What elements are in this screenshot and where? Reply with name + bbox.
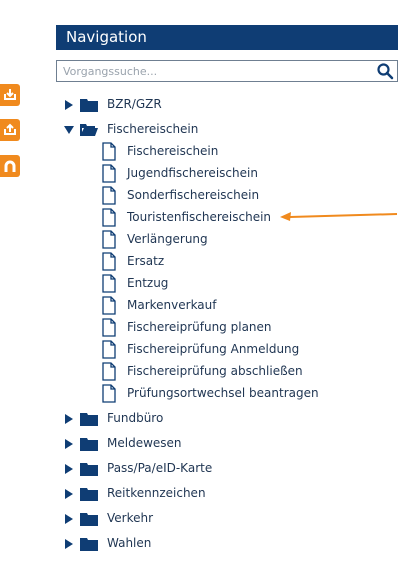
tree-group-wahlen[interactable]: Wahlen (0, 534, 390, 554)
tree-group-meldewesen[interactable]: Meldewesen (0, 434, 390, 454)
tree-item-label: Markenverkauf (127, 298, 217, 312)
tree-item[interactable]: Ersatz (0, 252, 330, 272)
tree-group-label: Wahlen (107, 536, 152, 550)
tree-item-label: Entzug (127, 276, 169, 290)
tree-group-label: BZR/GZR (107, 97, 162, 111)
folder-icon (80, 438, 98, 451)
expanded-arrow-icon[interactable] (64, 125, 74, 135)
document-icon (102, 384, 116, 403)
collapsed-arrow-icon[interactable] (64, 514, 74, 524)
folder-open-icon (80, 124, 98, 136)
document-icon (102, 362, 116, 381)
tree-item-label: Fischereiprüfung planen (127, 320, 272, 334)
tree-group-label: Meldewesen (107, 436, 182, 450)
collapsed-arrow-icon[interactable] (64, 464, 74, 474)
tree-item-label: Fischereischein (127, 144, 219, 158)
folder-icon (80, 99, 98, 112)
document-icon (102, 142, 116, 161)
tree-item[interactable]: Fischereiprüfung Anmeldung (0, 340, 330, 360)
document-icon (102, 340, 116, 359)
tree-item[interactable]: Prüfungsortwechsel beantragen (0, 384, 330, 404)
folder-icon (80, 513, 98, 526)
tree-item-label: Prüfungsortwechsel beantragen (127, 386, 319, 400)
tree-group-bzr-gzr[interactable]: BZR/GZR (0, 95, 390, 115)
tree-group-label: Fundbüro (107, 411, 164, 425)
document-icon (102, 164, 116, 183)
tree-item[interactable]: Sonderfischereischein (0, 186, 330, 206)
tree-item[interactable]: Verlängerung (0, 230, 330, 250)
tree-item[interactable]: Fischereischein (0, 142, 330, 162)
document-icon (102, 274, 116, 293)
navigation-title: Navigation (66, 28, 147, 46)
collapsed-arrow-icon[interactable] (64, 414, 74, 424)
folder-icon (80, 413, 98, 426)
tree-group-verkehr[interactable]: Verkehr (0, 509, 390, 529)
tree-item-label: Fischereiprüfung abschließen (127, 364, 303, 378)
tree-item[interactable]: Jugendfischereischein (0, 164, 330, 184)
tree-item-label: Fischereiprüfung Anmeldung (127, 342, 300, 356)
tree-item[interactable]: Entzug (0, 274, 330, 294)
document-icon (102, 318, 116, 337)
tree-item-label: Verlängerung (127, 232, 208, 246)
collapsed-arrow-icon[interactable] (64, 439, 74, 449)
document-icon (102, 230, 116, 249)
tree-group-label: Reitkennzeichen (107, 486, 206, 500)
tree-group-label: Verkehr (107, 511, 154, 525)
document-icon (102, 186, 116, 205)
tree-group-label: Pass/Pa/eID-Karte (107, 461, 213, 475)
collapsed-arrow-icon[interactable] (64, 100, 74, 110)
tree-group-reitkennzeichen[interactable]: Reitkennzeichen (0, 484, 390, 504)
collapsed-arrow-icon[interactable] (64, 489, 74, 499)
tree-item[interactable]: Markenverkauf (0, 296, 330, 316)
tree-item-label: Jugendfischereischein (127, 166, 258, 180)
navigation-header: Navigation (56, 25, 398, 50)
search-icon[interactable] (376, 62, 394, 80)
collapsed-arrow-icon[interactable] (64, 539, 74, 549)
tree-item-label: Touristenfischereischein (127, 210, 272, 224)
tree-item[interactable]: Fischereiprüfung planen (0, 318, 330, 338)
document-icon (102, 296, 116, 315)
document-icon (102, 252, 116, 271)
search-box (56, 60, 398, 82)
tree-item[interactable]: Fischereiprüfung abschließen (0, 362, 330, 382)
tree-group-fundb-ro[interactable]: Fundbüro (0, 409, 390, 429)
document-icon (102, 208, 116, 227)
tree-item-label: Ersatz (127, 254, 165, 268)
search-input[interactable] (57, 61, 367, 81)
annotation-arrow (280, 212, 398, 221)
tree-group-pass-pa-eid-karte[interactable]: Pass/Pa/eID-Karte (0, 459, 390, 479)
folder-icon (80, 488, 98, 501)
tree-group-label: Fischereischein (107, 122, 199, 136)
folder-icon (80, 538, 98, 551)
tree-group-fischereischein[interactable]: Fischereischein (0, 120, 390, 140)
folder-icon (80, 463, 98, 476)
tree-item-label: Sonderfischereischein (127, 188, 260, 202)
